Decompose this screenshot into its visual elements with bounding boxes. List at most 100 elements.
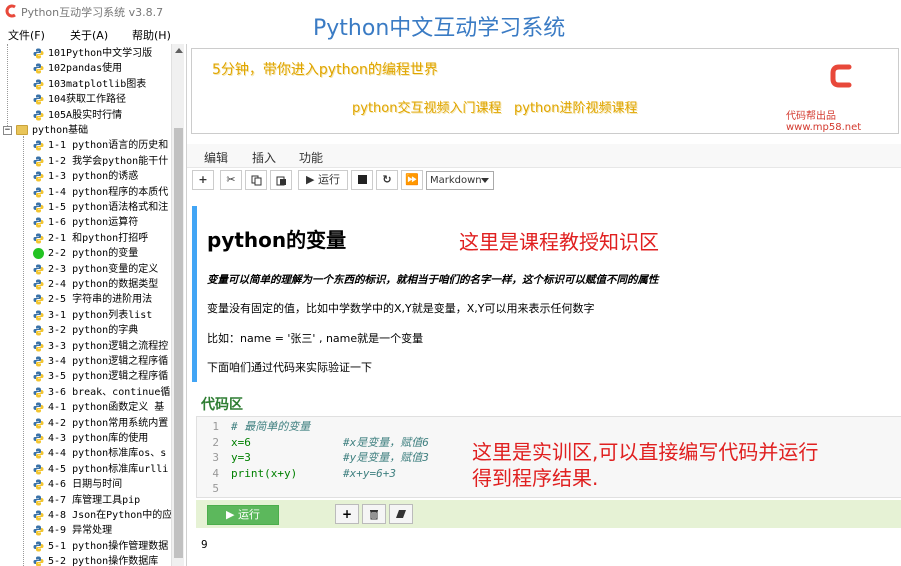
scissors-icon: ✂: [226, 173, 236, 186]
cut-cell-button[interactable]: ✂: [220, 170, 242, 190]
tree-item[interactable]: 4-5 python标准库urlli: [0, 462, 171, 477]
tree-item[interactable]: 1-6 python运算符: [0, 215, 171, 230]
sidebar-scrollbar[interactable]: [171, 44, 184, 566]
tree-item[interactable]: 1-3 python的诱惑: [0, 169, 171, 184]
tree-item[interactable]: 3-1 python列表list: [0, 308, 171, 323]
tree-item[interactable]: 104获取工作路径: [0, 92, 171, 107]
python-icon: [33, 63, 44, 74]
tree-item[interactable]: 3-2 python的字典: [0, 323, 171, 338]
tree-item[interactable]: 2-2 python的变量: [0, 246, 171, 261]
python-icon: [33, 341, 44, 352]
paste-cell-button[interactable]: [270, 170, 292, 190]
tree-item-label: 103matplotlib图表: [48, 78, 147, 90]
brand-logo-icon: [828, 59, 854, 93]
python-icon: [33, 187, 44, 198]
tree-item[interactable]: 1-4 python程序的本质代: [0, 185, 171, 200]
tree-item[interactable]: 105A股实时行情: [0, 108, 171, 123]
menu-function[interactable]: 功能: [299, 149, 323, 166]
python-icon: [33, 233, 44, 244]
tree-item[interactable]: 2-5 字符串的进阶用法: [0, 292, 171, 307]
course-banner[interactable]: 5分钟，带你进入python的编程世界 python交互视频入门课程 pytho…: [191, 48, 899, 134]
tree-item[interactable]: 3-5 python逻辑之程序循: [0, 369, 171, 384]
stop-button[interactable]: [351, 170, 373, 190]
tree-item[interactable]: 101Python中文学习版: [0, 46, 171, 61]
tree-item[interactable]: 1-1 python语言的历史和: [0, 138, 171, 153]
banner-tagline: 5分钟，带你进入python的编程世界: [212, 62, 438, 78]
add-code-button[interactable]: +: [335, 504, 359, 524]
restart-button[interactable]: ↻: [376, 170, 398, 190]
banner-advanced-course[interactable]: python进阶视频课程: [514, 97, 637, 116]
trash-icon: [370, 510, 378, 520]
menu-help[interactable]: 帮助(H): [132, 27, 171, 43]
banner-intro-course[interactable]: python交互视频入门课程: [352, 97, 501, 116]
tree-item-label: 3-3 python逻辑之流程控: [48, 340, 169, 352]
tree-item[interactable]: 2-4 python的数据类型: [0, 277, 171, 292]
banner-site-link[interactable]: 代码帮出品 www.mp58.net: [786, 107, 898, 133]
tree-item[interactable]: 3-4 python逻辑之程序循: [0, 354, 171, 369]
run-code-button[interactable]: ▶ 运行: [207, 505, 279, 525]
tree-item[interactable]: 2-1 和python打招呼: [0, 231, 171, 246]
code-text: x=6: [231, 435, 251, 449]
menu-about[interactable]: 关于(A): [70, 27, 108, 43]
tree-item[interactable]: 4-7 库管理工具pip: [0, 493, 171, 508]
line-number: 4: [212, 466, 219, 480]
tree-folder[interactable]: − python基础: [0, 123, 171, 138]
menu-file[interactable]: 文件(F): [8, 27, 45, 43]
plus-icon: +: [198, 173, 208, 186]
python-icon: [33, 371, 44, 382]
python-icon: [33, 541, 44, 552]
run-cell-button[interactable]: ▶ 运行: [298, 170, 348, 190]
tree-item-label: 4-5 python标准库urlli: [48, 463, 169, 475]
python-icon: [33, 94, 44, 105]
tree-item-label: 2-5 字符串的进阶用法: [48, 294, 153, 306]
code-section: 代码区 1 # 最简单的变量 2 x=6 #x是变量，赋值6 3 y=3 #y是变量，赋值3 4…: [196, 392, 901, 566]
tree-item[interactable]: 4-6 日期与时间: [0, 477, 171, 492]
python-icon: [33, 110, 44, 121]
menu-edit[interactable]: 编辑: [204, 149, 228, 166]
add-cell-button[interactable]: +: [192, 170, 214, 190]
tree-item[interactable]: 2-3 python变量的定义: [0, 262, 171, 277]
copy-cell-button[interactable]: [245, 170, 267, 190]
tree-item[interactable]: 1-5 python语法格式和注: [0, 200, 171, 215]
markdown-cell[interactable]: python的变量 这里是课程教授知识区 变量可以简单的理解为一个东西的标识，就…: [192, 206, 901, 382]
tree-item-label: 3-2 python的字典: [48, 325, 139, 337]
fast-forward-icon: ⏩: [405, 173, 419, 186]
python-icon: [33, 325, 44, 336]
code-line[interactable]: 1 # 最简单的变量: [197, 419, 897, 434]
tree-item[interactable]: 4-8 Json在Python中的应: [0, 508, 172, 523]
tree-item-label: 3-4 python逻辑之程序循: [48, 356, 169, 367]
tree-item-label: 1-3 python的诱惑: [48, 171, 139, 183]
lesson-tree[interactable]: 101Python中文学习版 102pandas使用 103matplotlib图表…: [0, 44, 184, 566]
cell-type-select[interactable]: Markdown: [426, 171, 494, 190]
practice-area-annotation-2: 得到程序结果.: [472, 466, 599, 490]
tree-item[interactable]: 4-3 python库的使用: [0, 431, 171, 446]
tree-item[interactable]: 4-9 异常处理: [0, 523, 171, 538]
tree-item[interactable]: 3-3 python逻辑之流程控: [0, 339, 171, 354]
tree-item[interactable]: 4-1 python函数定义 基: [0, 400, 171, 415]
clear-code-button[interactable]: [389, 504, 413, 524]
python-icon: [33, 171, 44, 182]
code-inline-comment: #y是变量，赋值3: [343, 451, 429, 464]
scroll-up-arrow-icon[interactable]: [175, 48, 183, 53]
tree-item[interactable]: 103matplotlib图表: [0, 77, 171, 92]
line-number: 1: [212, 420, 219, 433]
tree-item[interactable]: 5-1 python操作管理数据: [0, 539, 171, 554]
cell-type-value: Markdown: [430, 175, 482, 186]
tree-item-label: 2-3 python变量的定义: [48, 263, 159, 275]
tree-item-label: 5-2 python操作数据库: [48, 556, 159, 566]
lesson-definition: 变量可以简单的理解为一个东西的标识，就相当于咱们的名字一样，这个标识可以赋值不同…: [207, 274, 659, 286]
tree-item[interactable]: 102pandas使用: [0, 61, 171, 76]
scroll-thumb[interactable]: [174, 128, 183, 558]
run-all-button[interactable]: ⏩: [401, 170, 423, 190]
python-icon: [33, 448, 44, 459]
tree-item[interactable]: 3-6 break、continue循: [0, 385, 171, 400]
tree-item[interactable]: 1-2 我学会python能干什: [0, 154, 171, 169]
tree-item[interactable]: 4-2 python常用系统内置: [0, 416, 171, 431]
collapse-icon[interactable]: −: [3, 126, 12, 135]
plus-icon: +: [341, 507, 353, 521]
lesson-paragraph-3: 下面咱们通过代码来实际验证一下: [207, 361, 372, 374]
delete-code-button[interactable]: [362, 504, 386, 524]
tree-item[interactable]: 4-4 python标准库os、s: [0, 446, 171, 461]
menu-insert[interactable]: 插入: [252, 149, 276, 166]
tree-item[interactable]: 5-2 python操作数据库: [0, 554, 171, 566]
